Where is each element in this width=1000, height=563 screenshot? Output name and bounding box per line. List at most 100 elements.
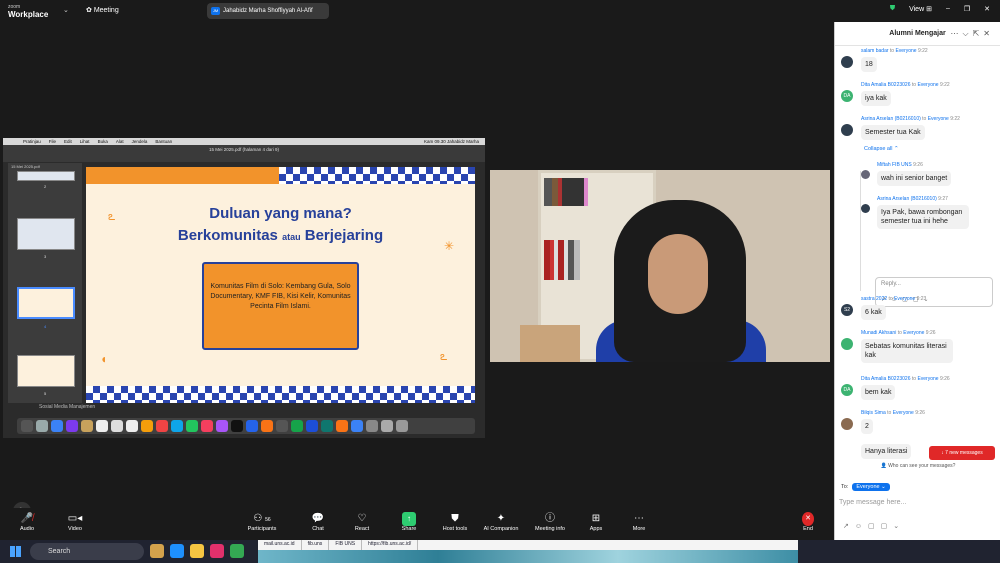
tv-icon xyxy=(231,420,243,432)
more-icon: ⋯ xyxy=(634,513,644,524)
minimize-button[interactable]: – xyxy=(946,5,950,13)
participant-video[interactable] xyxy=(490,170,830,362)
view-button[interactable]: View ⊞ xyxy=(909,5,932,13)
slide-checker-bottom xyxy=(86,386,475,403)
powerpoint-icon xyxy=(336,420,348,432)
avatar xyxy=(841,56,853,68)
mic-muted-icon: 🎤̸ xyxy=(20,513,34,524)
cardboard-box xyxy=(520,325,580,362)
more-button[interactable]: ⋯ More xyxy=(619,512,659,532)
app-icon xyxy=(111,420,123,432)
chat-button[interactable]: 💬 Chat xyxy=(298,512,338,532)
recipient-row: To: Everyone ⌄ xyxy=(841,483,890,491)
avatar xyxy=(841,418,853,430)
chevron-down-icon[interactable]: ⌄ xyxy=(63,6,69,14)
collapse-all-link[interactable]: Collapse all ⌃ xyxy=(864,146,899,152)
shield-icon[interactable]: ⛊ xyxy=(890,5,895,13)
wallpaper-strip xyxy=(258,550,798,563)
participant-person xyxy=(596,200,766,362)
app-icon xyxy=(366,420,378,432)
slide-title: Duluan yang mana? xyxy=(209,205,352,222)
who-can-see-link[interactable]: 👤 Who can see your messages? xyxy=(835,463,1000,469)
photos-icon xyxy=(156,420,168,432)
avatar xyxy=(841,124,853,136)
slide-thumbnail xyxy=(17,218,75,250)
meeting-stage: Pratinjau File Edit Lihat Buka Alat Jendela Ban… xyxy=(0,22,834,520)
avatar: DA xyxy=(841,90,853,102)
app-icon xyxy=(171,420,183,432)
chat-input-tools[interactable]: ↗☺▢▢⌄ xyxy=(843,522,905,530)
chat-panel: Alumni Mengajar ⋯⌵⇱✕ salam badar to Every… xyxy=(834,22,1000,540)
chrome-icon xyxy=(291,420,303,432)
slide-decoration xyxy=(86,167,279,184)
notes-icon xyxy=(141,420,153,432)
thread-line xyxy=(860,171,861,291)
camera-icon: ▭◂ xyxy=(67,513,83,524)
apps-button[interactable]: ⊞ Apps xyxy=(576,512,616,532)
react-button[interactable]: ♡ React xyxy=(342,512,382,532)
avatar: DA xyxy=(841,384,853,396)
slide-text-box: Komunitas Film di Solo: Kembang Gula, So… xyxy=(202,262,359,350)
app-icon xyxy=(186,420,198,432)
zoom-logo: zoom Workplace xyxy=(8,4,49,19)
info-icon: ⓘ xyxy=(545,513,555,524)
slide-thumbnail xyxy=(17,171,75,181)
app-icon xyxy=(66,420,78,432)
screen-share-indicator[interactable]: JM Jahabidz Marha Shoffiyyah Al-Afif xyxy=(207,3,329,19)
taskbar-search[interactable]: Search xyxy=(30,543,144,560)
app-icon xyxy=(81,420,93,432)
chrome-icon[interactable] xyxy=(230,544,244,558)
avatar xyxy=(861,170,870,179)
folder-icon[interactable] xyxy=(190,544,204,558)
audio-button[interactable]: 🎤̸ Audio xyxy=(7,512,47,532)
copilot-icon[interactable] xyxy=(150,544,164,558)
close-button[interactable]: ✕ xyxy=(984,5,990,13)
maximize-button[interactable]: ❐ xyxy=(964,5,970,13)
taskbar-apps xyxy=(150,544,244,558)
instagram-icon[interactable] xyxy=(210,544,224,558)
chat-header: Alumni Mengajar ⋯⌵⇱✕ xyxy=(835,22,1000,46)
app-icon xyxy=(321,420,333,432)
meeting-toolbar: 🎤̸ Audio ▭◂ Video ⚇ 56 Participants 💬 Chat ♡… xyxy=(0,508,834,540)
avatar xyxy=(841,338,853,350)
app-store-icon xyxy=(246,420,258,432)
participants-button[interactable]: ⚇ 56 Participants xyxy=(241,512,283,532)
windows-start-icon[interactable] xyxy=(10,546,21,557)
calendar-icon xyxy=(126,420,138,432)
chat-messages: salam badar to Everyone 9:22 18 DA Dita Am… xyxy=(835,48,995,488)
podcasts-icon xyxy=(216,420,228,432)
zoom-icon xyxy=(351,420,363,432)
meeting-info-button[interactable]: ⓘ Meeting info xyxy=(530,512,570,532)
mac-menubar: Pratinjau File Edit Lihat Buka Alat Jendela Ban… xyxy=(3,138,485,145)
close-icon: ✕ xyxy=(802,512,814,526)
chat-input[interactable]: Type message here... xyxy=(839,499,906,506)
swirl-icon: ఽ xyxy=(440,349,448,363)
recipient-select[interactable]: Everyone ⌄ xyxy=(852,483,890,491)
apps-icon: ⊞ xyxy=(591,513,601,524)
video-button[interactable]: ▭◂ Video xyxy=(55,512,95,532)
dock-tooltip: Sosial Media Manajemen xyxy=(39,404,96,410)
sparkle-icon: ✦ xyxy=(496,513,506,524)
slide-thumbnail-active xyxy=(17,287,75,319)
finder-icon xyxy=(21,420,33,432)
heart-icon: ♡ xyxy=(357,513,367,524)
slide-checker-top xyxy=(279,167,475,184)
ai-companion-button[interactable]: ✦ AI Companion xyxy=(480,512,522,532)
folder-icon xyxy=(381,420,393,432)
app-icon xyxy=(96,420,108,432)
end-button[interactable]: ✕ End xyxy=(788,512,828,532)
new-messages-button[interactable]: ↓ 7 new messages xyxy=(929,446,995,460)
slide-thumbnail xyxy=(17,355,75,387)
share-button[interactable]: ↑ Share xyxy=(389,512,429,532)
host-tools-button[interactable]: ⛊ Host tools xyxy=(435,512,475,532)
leaf-icon: ◖ xyxy=(100,352,108,366)
reply-input[interactable]: Reply... ↗☺▢▢⌄ xyxy=(875,277,993,307)
presentation-slide: ఽ ✳ ఽ ◖ Duluan yang mana? Berkomunitas a… xyxy=(86,167,475,403)
edge-icon[interactable] xyxy=(170,544,184,558)
word-icon xyxy=(306,420,318,432)
avatar: S2 xyxy=(841,304,853,316)
meeting-menu[interactable]: ✿ Meeting xyxy=(86,6,119,14)
windows-taskbar: Search mail.uns.ac.id fib.uns FIB UNS https… xyxy=(0,540,1000,563)
preview-window-title: 15 Mei 2025.pdf (halaman 4 dari 9) xyxy=(3,145,485,162)
chat-header-controls[interactable]: ⋯⌵⇱✕ xyxy=(951,22,994,46)
